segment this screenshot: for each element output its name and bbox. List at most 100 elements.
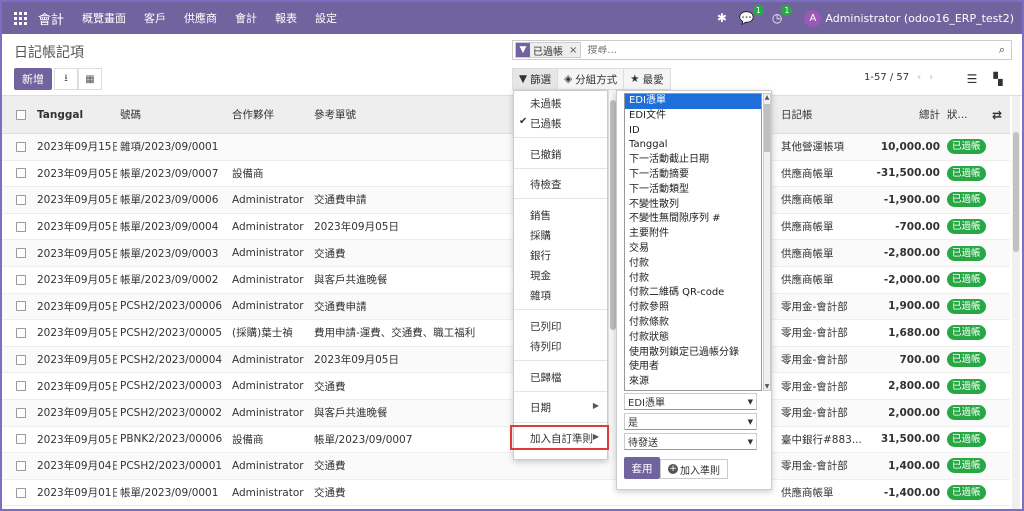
chevron-right-icon[interactable]: › [929, 72, 933, 83]
filter-printed[interactable]: 已列印 [530, 319, 562, 334]
add-rule-button[interactable]: + 加入準則 [660, 459, 728, 479]
search-icon[interactable]: ⌕ [993, 43, 1011, 57]
apply-button[interactable]: 套用 [624, 457, 660, 479]
field-option[interactable]: 付款參照 [625, 301, 761, 316]
download-icon[interactable]: ⭳ [54, 68, 78, 90]
field-option[interactable]: ID [625, 124, 761, 139]
menu-overview[interactable]: 概覽畫面 [82, 10, 126, 26]
groupby-button[interactable]: ◈ 分組方式 [557, 68, 625, 90]
select-all-checkbox[interactable] [16, 109, 26, 120]
operator-select[interactable]: 是 ▼ [624, 413, 757, 430]
field-select[interactable]: EDI憑單 ▼ [624, 393, 757, 410]
col-ref[interactable]: 參考單號 [314, 107, 514, 122]
filter-sales[interactable]: 銷售 [530, 208, 551, 223]
search-input[interactable] [587, 44, 993, 56]
col-number[interactable]: 號碼 [120, 107, 230, 122]
row-checkbox[interactable] [16, 141, 26, 152]
table-row[interactable]: 2023年09月05日 PCSH2/2023/00006 Administrator… [2, 293, 1010, 321]
field-option[interactable]: 主要附件 [625, 227, 761, 242]
field-option[interactable]: Tanggal [625, 138, 761, 153]
field-option[interactable]: 付款二維碼 QR-code [625, 286, 761, 301]
field-option[interactable]: 使用散列鎖定已過帳分錄 [625, 346, 761, 361]
field-option[interactable]: 下一活動類型 [625, 183, 761, 198]
field-option[interactable]: EDI憑單 [625, 94, 761, 109]
spreadsheet-icon[interactable]: ▦ [78, 68, 102, 90]
row-checkbox[interactable] [16, 487, 26, 498]
activity-clock-icon[interactable]: ◷ 1 [772, 5, 793, 25]
filter-purchase[interactable]: 採購 [530, 228, 551, 243]
menu-settings[interactable]: 設定 [315, 10, 337, 26]
table-row[interactable]: 2023年09月15日 雜項/2023/09/0001 其他營運帳項 10,000.0… [2, 134, 1010, 161]
table-row[interactable]: 2023年09月05日 PBNK2/2023/00006 設備商 帳單/2023/09… [2, 427, 1010, 454]
avatar[interactable]: A [804, 9, 822, 27]
filter-unposted[interactable]: 未過帳 [530, 96, 562, 111]
table-row[interactable]: 2023年09月05日 帳單/2023/09/0004 Administrator 2… [2, 214, 1010, 241]
filter-date[interactable]: 日期 [530, 400, 551, 415]
col-journal[interactable]: 日記帳 [781, 107, 863, 122]
list-view-icon[interactable]: ☰ [960, 68, 984, 90]
field-option[interactable]: 來源 [625, 375, 761, 390]
row-checkbox[interactable] [16, 434, 26, 445]
filter-to-print[interactable]: 待列印 [530, 339, 562, 354]
value-select[interactable]: 待發送 ▼ [624, 433, 757, 450]
field-option[interactable]: 付款 [625, 272, 761, 287]
col-status[interactable]: 狀... [947, 107, 987, 122]
menu-customers[interactable]: 客戶 [144, 10, 166, 26]
listbox-scrollbar[interactable]: ▲ ▼ [763, 93, 771, 391]
table-row[interactable]: 2023年09月05日 帳單/2023/09/0006 Administrator 交… [2, 187, 1010, 214]
filter-posted[interactable]: ✔ 已過帳 [519, 116, 562, 131]
col-date[interactable]: Tanggal [37, 109, 117, 121]
apps-menu-icon[interactable] [2, 2, 38, 34]
row-checkbox[interactable] [16, 327, 26, 338]
column-settings-icon[interactable]: ⇄ [992, 108, 1002, 122]
field-option[interactable]: 不變性無間隙序列 # [625, 212, 761, 227]
table-row[interactable]: 2023年09月05日 帳單/2023/09/0007 設備商 供應商帳單 -31,50… [2, 161, 1010, 188]
favorites-button[interactable]: ★ 最愛 [623, 68, 671, 90]
arrow-down-icon[interactable]: ▼ [764, 383, 770, 390]
table-row[interactable]: 2023年09月05日 帳單/2023/09/0002 Administrator 與… [2, 267, 1010, 294]
filter-to-check[interactable]: 待檢查 [530, 177, 562, 192]
app-name[interactable]: 會計 [38, 9, 64, 28]
field-option[interactable]: 付款 [625, 257, 761, 272]
filter-cancelled[interactable]: 已撤銷 [530, 147, 562, 162]
table-row[interactable]: 2023年09月05日 PCSH2/2023/00004 Administrator… [2, 346, 1010, 374]
row-checkbox[interactable] [16, 460, 26, 471]
new-button[interactable]: 新增 [14, 68, 52, 90]
row-checkbox[interactable] [16, 248, 26, 259]
table-row[interactable]: 2023年09月05日 PCSH2/2023/00005 (採購)葉士禎 費用申請-運… [2, 320, 1010, 347]
row-checkbox[interactable] [16, 221, 26, 232]
table-row[interactable]: 2023年09月05日 PCSH2/2023/00003 Administrator… [2, 373, 1010, 400]
pager-value[interactable]: 1-57 / 57 [864, 72, 909, 83]
table-row[interactable]: 2023年09月04日 PCSH2/2023/00001 Administrator… [2, 453, 1010, 480]
main-scrollbar[interactable] [1012, 96, 1020, 509]
field-option[interactable]: 使用者 [625, 360, 761, 375]
field-option[interactable]: 交易 [625, 242, 761, 257]
bug-icon[interactable]: ✱ [717, 11, 727, 25]
arrow-up-icon[interactable]: ▲ [764, 94, 770, 101]
filter-cash[interactable]: 現金 [530, 268, 551, 283]
kanban-view-icon[interactable]: ▚ [986, 68, 1010, 90]
row-checkbox[interactable] [16, 168, 26, 179]
filter-dropdown-scrollbar[interactable] [608, 90, 616, 460]
field-option[interactable]: EDI文件 [625, 109, 761, 124]
field-option[interactable]: 下一活動摘要 [625, 168, 761, 183]
field-listbox[interactable]: EDI憑單 EDI文件 ID Tanggal 下一活動截止日期 下一活動摘要 下一活動類型不… [624, 93, 762, 391]
filter-bank[interactable]: 銀行 [530, 248, 551, 263]
filter-button[interactable]: ▼ 篩選 [512, 68, 559, 90]
col-total[interactable]: 總計 [864, 107, 940, 122]
chevron-left-icon[interactable]: ‹ [917, 72, 921, 83]
row-checkbox[interactable] [16, 301, 26, 312]
field-option[interactable]: 不變性散列 [625, 198, 761, 213]
close-icon[interactable]: × [566, 45, 580, 56]
col-partner[interactable]: 合作夥伴 [232, 107, 312, 122]
filter-misc[interactable]: 雜項 [530, 288, 551, 303]
field-option[interactable]: 付款狀態 [625, 331, 761, 346]
table-row[interactable]: 2023年09月05日 PCSH2/2023/00002 Administrator… [2, 399, 1010, 427]
table-row[interactable]: 2023年09月05日 帳單/2023/09/0003 Administrator 交… [2, 240, 1010, 267]
messages-icon[interactable]: 💬 1 [739, 5, 764, 25]
user-name[interactable]: Administrator (odoo16_ERP_test2) [825, 12, 1014, 25]
table-row[interactable]: 2023年09月01日 帳單/2023/09/0001 Administrator 交… [2, 480, 1010, 507]
filter-archived[interactable]: 已歸檔 [530, 370, 562, 385]
row-checkbox[interactable] [16, 407, 26, 418]
field-option[interactable]: 付款條款 [625, 316, 761, 331]
